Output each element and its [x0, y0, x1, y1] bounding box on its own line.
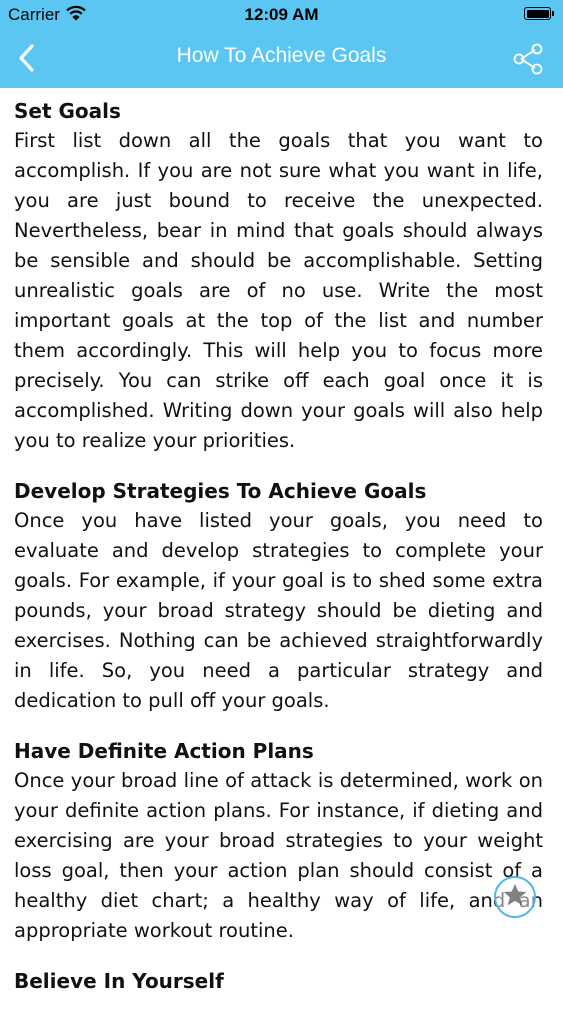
article-section: Have Definite Action Plans Once your bro… [14, 736, 543, 946]
battery-icon [524, 7, 551, 20]
section-heading: Believe In Yourself [14, 969, 224, 993]
article-section: Believe In Yourself [14, 966, 543, 996]
top-bar: Carrier 12:09 AM How To Achieve Goals [0, 0, 563, 88]
battery-nub [552, 11, 554, 16]
section-heading: Set Goals [14, 99, 121, 123]
section-body: First list down all the goals that you w… [14, 129, 543, 452]
navigation-bar: How To Achieve Goals [0, 30, 563, 88]
section-heading: Have Definite Action Plans [14, 739, 314, 763]
star-icon [501, 881, 529, 913]
section-heading: Develop Strategies To Achieve Goals [14, 479, 427, 503]
share-button[interactable] [509, 40, 547, 78]
article-content: Set Goals First list down all the goals … [14, 96, 543, 1016]
article-section: Set Goals First list down all the goals … [14, 96, 543, 456]
article-section: Develop Strategies To Achieve Goals Once… [14, 476, 543, 716]
share-icon [509, 43, 547, 82]
section-body: Once your broad line of attack is determ… [14, 769, 543, 942]
favorite-button[interactable] [494, 876, 536, 918]
page-title: How To Achieve Goals [176, 44, 387, 67]
status-time: 12:09 AM [244, 5, 319, 24]
status-bar: Carrier 12:09 AM [0, 0, 563, 30]
back-button[interactable] [6, 36, 50, 80]
section-body: Once you have listed your goals, you nee… [14, 509, 543, 712]
chevron-left-icon [6, 44, 50, 84]
